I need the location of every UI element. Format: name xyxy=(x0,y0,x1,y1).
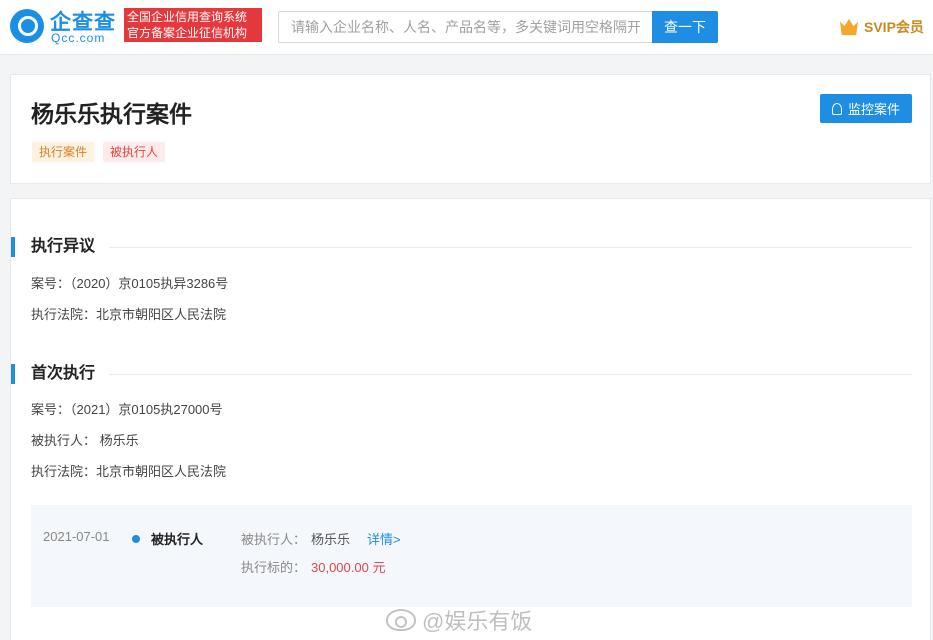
case-detail-card: 执行异议 案号：（2020）京0105执异3286号 执行法院：北京市朝阳区人民… xyxy=(10,198,931,640)
timeline-entry: 2021-07-01 被执行人 被执行人： 杨乐乐 详情> 执行标的： 30,0… xyxy=(31,505,912,607)
slogan-line-2: 官方备案企业征信机构 xyxy=(127,26,248,40)
field-label: 案号： xyxy=(31,276,71,291)
field-label: 被执行人： xyxy=(31,433,97,448)
top-header: 企查查 Qcc.com 全国企业信用查询系统 官方备案企业征信机构 查一下 SV… xyxy=(0,0,933,55)
details-link[interactable]: 详情> xyxy=(367,529,401,548)
field-label: 案号： xyxy=(31,402,71,417)
field-value: （2021）京0105执27000号 xyxy=(70,402,223,417)
person-label: 被执行人： xyxy=(241,532,307,547)
section-divider xyxy=(109,374,912,375)
field-label: 执行法院： xyxy=(31,464,97,479)
search-button[interactable]: 查一下 xyxy=(652,11,718,43)
qcc-logo[interactable]: 企查查 Qcc.com xyxy=(10,8,120,46)
section-marker xyxy=(11,364,15,384)
executed-person-field: 被执行人： 杨乐乐 xyxy=(31,432,139,450)
watermark-text: @娱乐有饭 xyxy=(422,609,533,634)
field-value: 北京市朝阳区人民法院 xyxy=(96,307,227,322)
svip-link[interactable]: SVIP会员 xyxy=(840,16,924,38)
timeline-date: 2021-07-01 xyxy=(43,529,110,544)
amount-label: 执行标的： xyxy=(241,560,307,575)
timeline-role: 被执行人 xyxy=(151,532,204,547)
section-divider xyxy=(109,247,912,248)
case-title-card: 杨乐乐执行案件 执行案件 被执行人 监控案件 xyxy=(10,74,931,184)
monitor-case-button[interactable]: 监控案件 xyxy=(820,94,912,123)
section-title: 首次执行 xyxy=(31,365,96,382)
field-value: 北京市朝阳区人民法院 xyxy=(96,464,227,479)
crown-icon xyxy=(840,18,858,36)
section-marker xyxy=(11,237,15,257)
logo-english: Qcc.com xyxy=(51,31,106,45)
field-value: （2020）京0105执异3286号 xyxy=(70,276,229,291)
amount-value: 30,000.00 元 xyxy=(311,560,386,575)
court-field: 执行法院：北京市朝阳区人民法院 xyxy=(31,306,226,324)
case-number-field: 案号：（2020）京0105执异3286号 xyxy=(31,275,228,293)
tag-executed-person: 被执行人 xyxy=(103,142,166,162)
slogan-badge: 全国企业信用查询系统 官方备案企业征信机构 xyxy=(124,8,262,42)
svip-label: SVIP会员 xyxy=(864,19,924,35)
person-value: 杨乐乐 xyxy=(311,532,351,547)
section-first-execution: 首次执行 xyxy=(11,362,932,386)
qcc-logo-icon xyxy=(10,9,44,43)
monitor-icon xyxy=(831,102,842,115)
field-value: 杨乐乐 xyxy=(99,433,139,448)
slogan-line-1: 全国企业信用查询系统 xyxy=(127,10,248,24)
field-label: 执行法院： xyxy=(31,307,97,322)
section-execution-objection: 执行异议 xyxy=(11,235,932,259)
tag-execution-case: 执行案件 xyxy=(32,142,95,162)
timeline-dot-icon xyxy=(132,535,140,543)
monitor-button-label: 监控案件 xyxy=(847,102,900,117)
search-input[interactable] xyxy=(278,11,652,43)
court-field: 执行法院：北京市朝阳区人民法院 xyxy=(31,463,226,481)
weibo-watermark: @娱乐有饭 xyxy=(386,604,532,636)
weibo-icon xyxy=(386,609,416,631)
section-title: 执行异议 xyxy=(31,238,96,255)
page-title: 杨乐乐执行案件 xyxy=(31,101,192,127)
case-number-field: 案号：（2021）京0105执27000号 xyxy=(31,401,223,419)
